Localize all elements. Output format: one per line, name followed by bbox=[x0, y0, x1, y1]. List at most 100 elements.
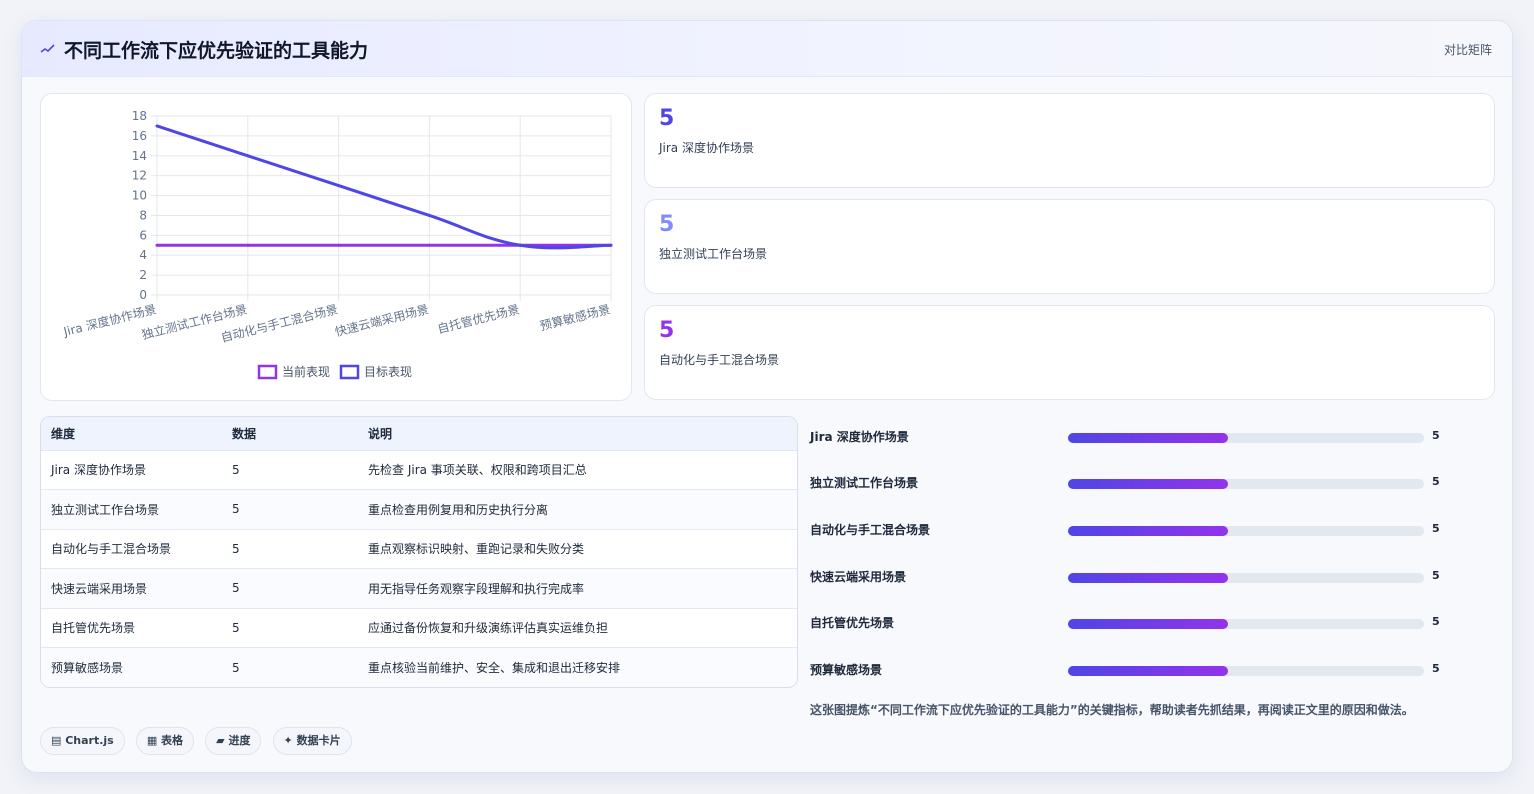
tag-table[interactable]: ▦ 表格 bbox=[135, 727, 195, 755]
kpi-value: 5 bbox=[659, 212, 675, 237]
progress-track bbox=[1068, 619, 1424, 629]
progress-label: 快速云端采用场景 bbox=[810, 570, 907, 584]
kpi-value: 5 bbox=[659, 318, 675, 343]
cell-dimension: Jira 深度协作场景 bbox=[51, 463, 146, 478]
progress-row: 独立测试工作台场景 5 bbox=[810, 471, 1490, 491]
tag-progress[interactable]: ▰ 进度 bbox=[205, 727, 262, 755]
column-header-data: 数据 bbox=[232, 426, 257, 441]
progress-fill bbox=[1068, 526, 1229, 536]
x-tick-label: 自托管优先场景 bbox=[436, 301, 521, 336]
legend-swatch bbox=[339, 364, 360, 380]
kpi-card: 5 独立测试工作台场景 bbox=[644, 199, 1495, 294]
progress-value: 5 bbox=[1432, 475, 1440, 488]
table-header-row: 维度 数据 说明 bbox=[41, 417, 797, 450]
y-tick-label: 12 bbox=[132, 169, 147, 183]
kpi-card: 5 Jira 深度协作场景 bbox=[644, 93, 1495, 188]
kpi-value: 5 bbox=[659, 106, 675, 131]
progress-fill bbox=[1068, 479, 1229, 489]
progress-row: 快速云端采用场景 5 bbox=[810, 565, 1490, 585]
cell-description: 重点核验当前维护、安全、集成和退出迁移安排 bbox=[368, 661, 621, 675]
data-point bbox=[155, 243, 159, 247]
cell-data: 5 bbox=[232, 462, 240, 477]
cell-dimension: 自动化与手工混合场景 bbox=[51, 542, 172, 557]
table-row: 独立测试工作台场景 5 重点检查用例复用和历史执行分离 bbox=[41, 489, 797, 529]
y-tick-label: 18 bbox=[132, 109, 147, 123]
progress-value: 5 bbox=[1432, 662, 1440, 675]
y-tick-label: 6 bbox=[139, 228, 147, 242]
data-point bbox=[518, 243, 522, 247]
y-tick-label: 16 bbox=[132, 129, 147, 143]
progress-fill bbox=[1068, 433, 1229, 443]
progress-fill bbox=[1068, 573, 1229, 583]
data-point bbox=[246, 243, 250, 247]
kpi-label: 独立测试工作台场景 bbox=[659, 247, 768, 261]
progress-label: Jira 深度协作场景 bbox=[810, 430, 909, 444]
x-tick-label: 快速云端采用场景 bbox=[334, 302, 431, 339]
table-row: 自托管优先场景 5 应通过备份恢复和升级演练评估真实运维负担 bbox=[41, 608, 797, 648]
progress-track bbox=[1068, 433, 1424, 443]
progress-track bbox=[1068, 526, 1424, 536]
page-title: 不同工作流下应优先验证的工具能力 bbox=[64, 40, 369, 62]
column-header-dimension: 维度 bbox=[51, 426, 76, 441]
legend-label: 目标表现 bbox=[364, 365, 412, 379]
cell-dimension: 自托管优先场景 bbox=[51, 621, 136, 636]
progress-fill bbox=[1068, 619, 1229, 629]
y-tick-label: 8 bbox=[139, 208, 147, 222]
progress-row: Jira 深度协作场景 5 bbox=[810, 425, 1490, 445]
y-tick-label: 10 bbox=[132, 189, 147, 203]
chart-caption: 这张图提炼“不同工作流下应优先验证的工具能力”的关键指标，帮助读者先抓结果，再阅… bbox=[810, 703, 1414, 717]
cell-description: 应通过备份恢复和升级演练评估真实运维负担 bbox=[368, 621, 609, 636]
tag-data-cards[interactable]: ✦ 数据卡片 bbox=[272, 727, 352, 755]
legend-swatch bbox=[257, 364, 278, 380]
cell-dimension: 独立测试工作台场景 bbox=[51, 502, 160, 517]
progress-label: 自托管优先场景 bbox=[810, 616, 895, 630]
series-line-target bbox=[156, 124, 612, 250]
progress-label: 预算敏感场景 bbox=[810, 663, 883, 677]
compare-matrix-label: 对比矩阵 bbox=[1443, 43, 1492, 57]
data-point bbox=[155, 124, 159, 128]
data-point bbox=[609, 243, 613, 247]
cell-description: 重点观察标识映射、重跑记录和失败分类 bbox=[368, 542, 585, 557]
cell-data: 5 bbox=[232, 502, 240, 517]
report-card: 不同工作流下应优先验证的工具能力 对比矩阵 0 2 4 6 8 10 12 14 16 18 Jir… bbox=[21, 20, 1513, 773]
kpi-label: Jira 深度协作场景 bbox=[659, 141, 754, 155]
data-point bbox=[337, 243, 341, 247]
progress-row: 自动化与手工混合场景 5 bbox=[810, 518, 1490, 538]
progress-row: 预算敏感场景 5 bbox=[810, 658, 1490, 678]
progress-value: 5 bbox=[1432, 429, 1440, 442]
tag-chartjs[interactable]: ▤ Chart.js bbox=[40, 727, 125, 755]
progress-track bbox=[1068, 479, 1424, 489]
line-chart-panel: 0 2 4 6 8 10 12 14 16 18 Jira 深度协作场景 独立测试工作台场景 自动化与手… bbox=[40, 93, 632, 401]
progress-value: 5 bbox=[1432, 522, 1440, 535]
table-row: Jira 深度协作场景 5 先检查 Jira 事项关联、权限和跨项目汇总 bbox=[41, 450, 797, 490]
cell-data: 5 bbox=[232, 541, 240, 556]
progress-track bbox=[1068, 666, 1424, 676]
cell-dimension: 快速云端采用场景 bbox=[51, 581, 148, 596]
data-point bbox=[246, 154, 250, 158]
cell-description: 重点检查用例复用和历史执行分离 bbox=[368, 502, 549, 517]
progress-fill bbox=[1068, 666, 1229, 676]
progress-row: 自托管优先场景 5 bbox=[810, 611, 1490, 631]
progress-value: 5 bbox=[1432, 569, 1440, 582]
cell-dimension: 预算敏感场景 bbox=[51, 661, 124, 675]
x-tick-label: 预算敏感场景 bbox=[538, 301, 612, 333]
data-point bbox=[427, 213, 431, 217]
y-tick-label: 4 bbox=[139, 248, 147, 262]
cell-description: 用无指导任务观察字段理解和执行完成率 bbox=[368, 581, 585, 596]
progress-value: 5 bbox=[1432, 615, 1440, 628]
data-point bbox=[337, 184, 341, 188]
sparkline-icon bbox=[40, 44, 55, 53]
data-point bbox=[427, 243, 431, 247]
line-chart: 024681012141618Jira 深度协作场景独立测试工作台场景自动化与手… bbox=[61, 109, 613, 380]
y-tick-label: 2 bbox=[139, 268, 147, 282]
column-header-description: 说明 bbox=[368, 426, 393, 441]
y-tick-label: 14 bbox=[132, 149, 147, 163]
cell-data: 5 bbox=[232, 660, 240, 675]
table-row: 预算敏感场景 5 重点核验当前维护、安全、集成和退出迁移安排 bbox=[41, 647, 797, 687]
data-table: 维度 数据 说明 Jira 深度协作场景 5 先检查 Jira 事项关联、权限和… bbox=[40, 416, 798, 688]
legend-label: 当前表现 bbox=[282, 364, 330, 379]
cell-data: 5 bbox=[232, 581, 240, 596]
progress-label: 独立测试工作台场景 bbox=[810, 476, 919, 490]
kpi-card: 5 自动化与手工混合场景 bbox=[644, 305, 1495, 400]
y-tick-label: 0 bbox=[139, 288, 147, 302]
